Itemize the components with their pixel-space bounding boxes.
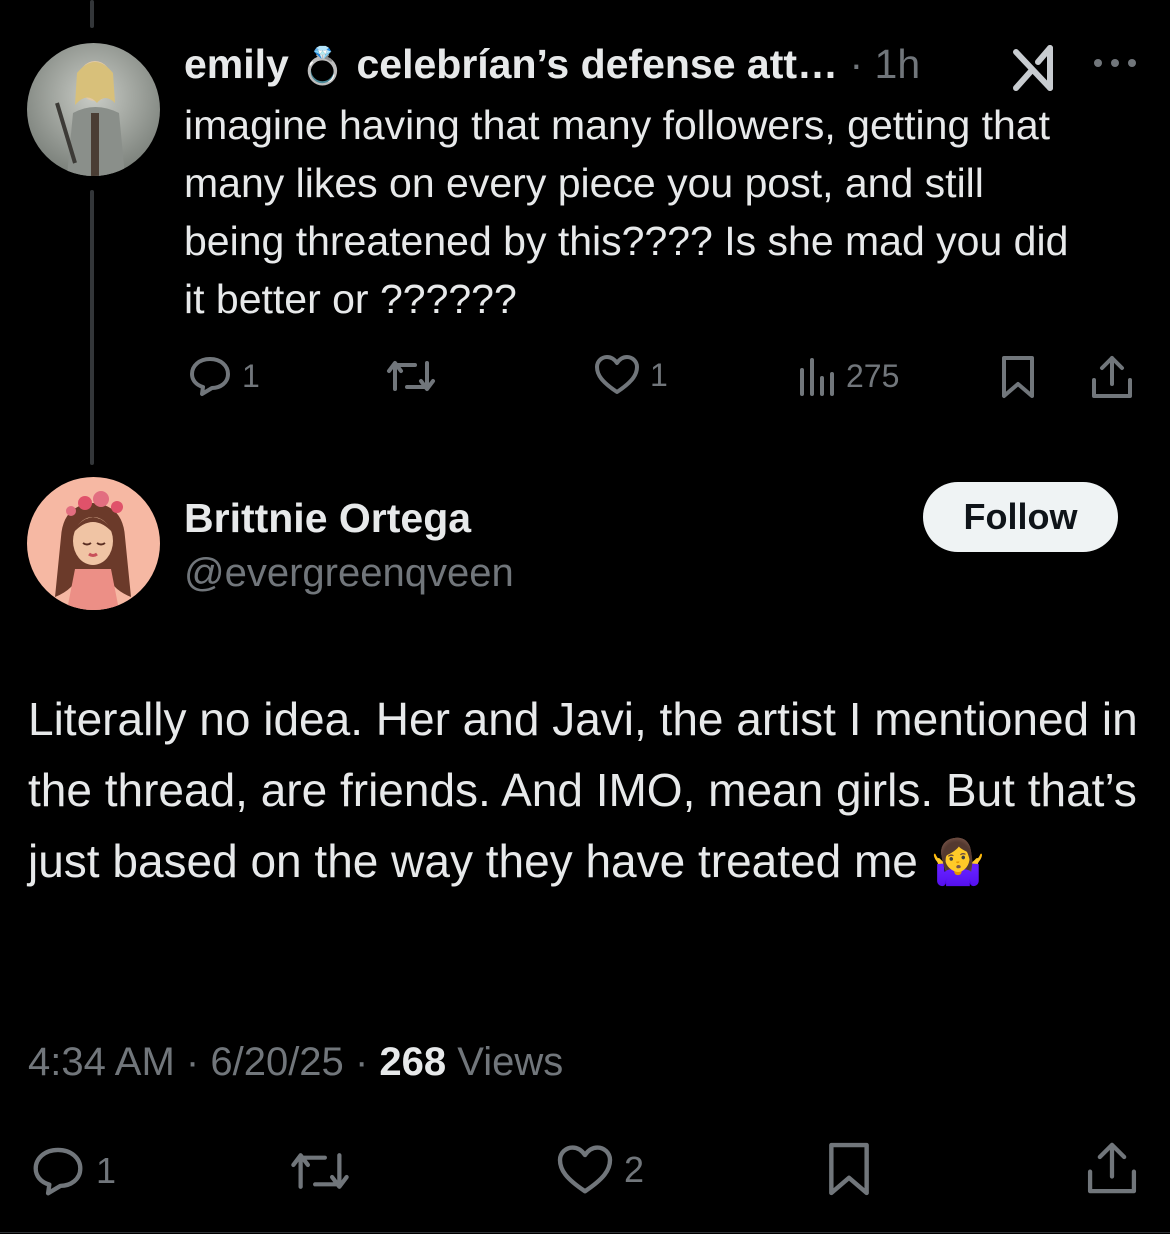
main-reply-button[interactable]: 1	[30, 1145, 116, 1197]
bookmark-icon	[1000, 354, 1036, 400]
parent-like-count: 1	[650, 356, 668, 393]
parent-display-name-suffix[interactable]: celebrían’s defense att…	[356, 41, 838, 87]
thread-line-top	[90, 0, 94, 28]
share-icon	[1090, 354, 1134, 400]
parent-share-button[interactable]	[1090, 354, 1134, 400]
post-time[interactable]: 4:34 AM	[28, 1040, 175, 1084]
main-bookmark-button[interactable]	[826, 1140, 872, 1198]
repost-icon	[288, 1148, 352, 1194]
parent-bookmark-button[interactable]	[1000, 354, 1036, 400]
meta-separator-1: ·	[185, 1040, 200, 1084]
parent-post-time[interactable]: 1h	[875, 41, 921, 87]
shrug-emoji: 🤷‍♀️	[930, 838, 986, 887]
main-like-count: 2	[624, 1149, 645, 1190]
separator-dot: ·	[849, 41, 864, 87]
avatar-emily[interactable]	[27, 43, 160, 176]
main-repost-button[interactable]	[288, 1148, 352, 1194]
parent-repost-button[interactable]	[385, 357, 437, 395]
views-count[interactable]: 268	[379, 1040, 446, 1084]
avatar-brittnie[interactable]	[27, 477, 160, 610]
meta-separator-2: ·	[354, 1040, 369, 1084]
share-icon	[1084, 1140, 1140, 1196]
parent-views-button[interactable]: 275	[798, 356, 899, 396]
parent-views-count: 275	[846, 357, 900, 394]
thread-line	[90, 190, 94, 465]
repost-icon	[385, 357, 437, 395]
bottom-divider	[0, 1232, 1170, 1233]
more-icon[interactable]	[1092, 56, 1138, 74]
parent-reply-count: 1	[242, 357, 260, 394]
bookmark-icon	[826, 1140, 872, 1198]
main-display-name[interactable]: Brittnie Ortega	[184, 492, 471, 544]
parent-reply-button[interactable]: 1	[188, 355, 260, 397]
main-post-body: Literally no idea. Her and Javi, the art…	[28, 684, 1148, 898]
follow-button[interactable]: Follow	[923, 482, 1118, 552]
post-metadata: 4:34 AM · 6/20/25 · 268 Views	[28, 1040, 563, 1085]
main-handle[interactable]: @evergreenqveen	[184, 547, 514, 599]
parent-post-header: emily 💍 celebrían’s defense att… · 1h	[184, 38, 920, 92]
parent-display-name[interactable]: emily	[184, 41, 289, 87]
views-label: Views	[457, 1040, 564, 1084]
views-icon	[798, 356, 836, 396]
main-like-button[interactable]: 2	[556, 1145, 644, 1195]
reply-icon	[30, 1145, 86, 1197]
like-icon	[556, 1145, 614, 1195]
ring-emoji: 💍	[300, 45, 346, 86]
main-share-button[interactable]	[1084, 1140, 1140, 1196]
post-date[interactable]: 6/20/25	[210, 1040, 343, 1084]
like-icon	[594, 355, 640, 395]
parent-post-body: imagine having that many followers, gett…	[184, 102, 1069, 322]
main-reply-count: 1	[96, 1150, 117, 1191]
grok-icon[interactable]	[1010, 44, 1064, 97]
reply-icon	[188, 355, 232, 397]
parent-like-button[interactable]: 1	[594, 355, 668, 395]
